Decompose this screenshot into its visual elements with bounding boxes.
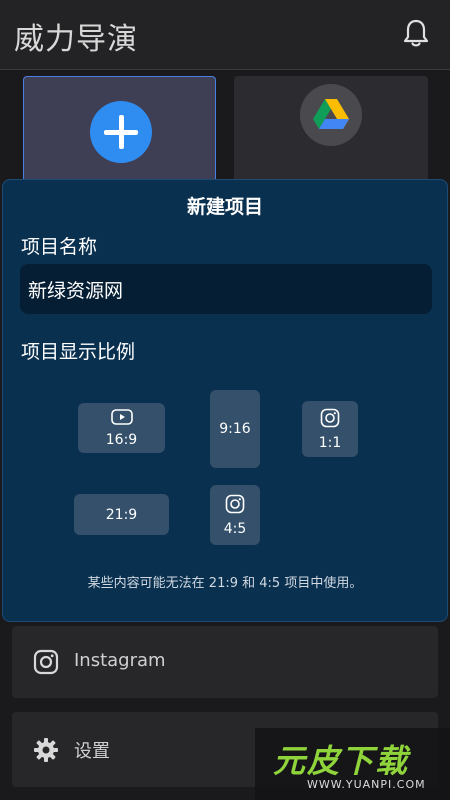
instagram-icon — [225, 494, 245, 518]
app-header: 威力导演 — [0, 0, 450, 70]
ratio-16-9-label: 16:9 — [105, 431, 138, 448]
new-project-tile[interactable] — [23, 76, 216, 186]
app-title: 威力导演 — [14, 22, 138, 57]
ratio-1-1-label: 1:1 — [318, 434, 342, 451]
google-drive-icon — [300, 84, 362, 146]
ratio-9-16-label: 9:16 — [219, 421, 251, 437]
new-project-dialog: 新建项目 项目名称 项目显示比例 16:9 9:16 1:1 21:9 — [2, 179, 448, 622]
gear-icon — [33, 737, 59, 763]
watermark-url: WWW.YUANPI.COM — [307, 778, 426, 791]
settings-label: 设置 — [74, 741, 110, 762]
project-name-input[interactable] — [20, 264, 432, 314]
bell-icon[interactable] — [402, 18, 430, 48]
ratio-footnote: 某些内容可能无法在 21:9 和 4:5 项目中使用。 — [87, 576, 363, 591]
dialog-title: 新建项目 — [186, 196, 263, 218]
instagram-label: Instagram — [74, 650, 166, 671]
google-drive-tile[interactable] — [234, 76, 428, 186]
ratio-1-1-button[interactable]: 1:1 — [302, 401, 358, 457]
instagram-icon — [320, 408, 340, 432]
aspect-ratio-label: 项目显示比例 — [21, 341, 136, 363]
plus-icon — [90, 101, 152, 163]
ratio-21-9-label: 21:9 — [105, 506, 138, 523]
watermark: 元皮下载 WWW.YUANPI.COM — [255, 728, 450, 800]
watermark-brand: 元皮下载 — [273, 742, 410, 780]
instagram-icon — [33, 649, 59, 675]
ratio-4-5-label: 4:5 — [223, 520, 247, 537]
list-item-instagram[interactable]: Instagram — [12, 626, 438, 698]
ratio-4-5-button[interactable]: 4:5 — [210, 485, 260, 545]
ratio-21-9-button[interactable]: 21:9 — [74, 494, 169, 535]
ratio-9-16-button[interactable]: 9:16 — [210, 390, 260, 468]
ratio-16-9-button[interactable]: 16:9 — [78, 403, 165, 453]
project-name-label: 项目名称 — [21, 236, 98, 258]
youtube-icon — [110, 408, 133, 429]
